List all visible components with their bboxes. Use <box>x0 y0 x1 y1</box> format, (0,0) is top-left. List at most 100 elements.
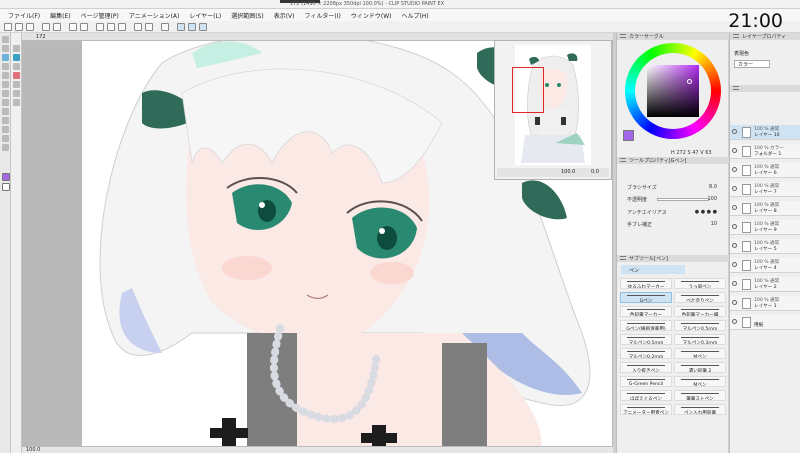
layer-row[interactable]: 100 % 通常 レイヤー 9 <box>730 220 800 235</box>
layer-row[interactable]: 100 % 通常 レイヤー 8 <box>730 201 800 216</box>
layer-row[interactable]: 用紙 <box>730 315 800 330</box>
eye-icon[interactable] <box>732 243 737 248</box>
pencil-tool-icon[interactable] <box>2 63 9 70</box>
menu-file[interactable]: ファイル(F) <box>3 11 45 20</box>
move-tool-icon[interactable] <box>2 45 9 52</box>
brush-item[interactable]: ほぼえぐるペン <box>620 390 672 401</box>
subtool-header[interactable]: サブツール[ペン] <box>617 255 729 262</box>
eye-icon[interactable] <box>732 224 737 229</box>
save-icon[interactable] <box>26 23 34 31</box>
decoration-subtool-icon[interactable] <box>13 90 20 97</box>
menu-view[interactable]: 表示(V) <box>269 11 300 20</box>
current-color-swatch[interactable] <box>623 130 634 141</box>
menu-window[interactable]: ウィンドウ(W) <box>346 11 397 20</box>
clear-icon[interactable] <box>69 23 77 31</box>
open-file-icon[interactable] <box>15 23 23 31</box>
eye-icon[interactable] <box>732 148 737 153</box>
brush-item[interactable]: ペン入れ用鉛筆 <box>674 404 726 415</box>
eye-icon[interactable] <box>732 129 737 134</box>
menu-help[interactable]: ヘルプ(H) <box>396 11 433 20</box>
wand-subtool-icon[interactable] <box>13 81 20 88</box>
eye-icon[interactable] <box>732 186 737 191</box>
menu-filter[interactable]: フィルター(I) <box>300 11 346 20</box>
main-color-swatch[interactable] <box>2 173 10 181</box>
menu-selection[interactable]: 選択範囲(S) <box>226 11 269 20</box>
brush-item[interactable]: 入り抜きペン <box>620 362 672 373</box>
layer-row[interactable]: 100 % 通常 レイヤー 4 <box>730 258 800 273</box>
marker-subtool-icon[interactable] <box>13 54 20 61</box>
text-tool-icon[interactable] <box>2 135 9 142</box>
eye-icon[interactable] <box>732 319 737 324</box>
snap-grid-icon[interactable] <box>199 23 207 31</box>
eye-icon[interactable] <box>732 205 737 210</box>
expression-select[interactable]: カラー <box>734 60 770 68</box>
navigator-angle[interactable]: 0.0 <box>591 169 599 175</box>
grid-icon[interactable] <box>145 23 153 31</box>
zoom-tool-icon[interactable] <box>2 36 9 43</box>
layer-row[interactable]: 100 % 通常 レイヤー 1 <box>730 296 800 311</box>
layer-row[interactable]: 100 % 通常 レイヤー 2 <box>730 277 800 292</box>
brush-item[interactable]: うっ吸ペン <box>674 278 726 289</box>
layer-row[interactable]: 100 % 通常 レイヤー 10 <box>730 125 800 140</box>
lasso-subtool-icon[interactable] <box>13 63 20 70</box>
subtool-group-tab[interactable]: ペン <box>621 265 685 274</box>
navigator-view-frame[interactable] <box>512 67 544 113</box>
ruler-subtool-icon[interactable] <box>13 99 20 106</box>
brush-item[interactable]: べた塗りペン <box>674 292 726 303</box>
color-picker-marker[interactable] <box>687 79 692 84</box>
opacity-slider[interactable] <box>657 198 709 201</box>
sub-color-swatch[interactable] <box>2 183 10 191</box>
menu-layer[interactable]: レイヤー(L) <box>184 11 226 20</box>
blend-tool-icon[interactable] <box>2 99 9 106</box>
layer-row[interactable]: 100 % 通常 レイヤー 6 <box>730 163 800 178</box>
redo-icon[interactable] <box>53 23 61 31</box>
layer-list-header[interactable] <box>730 85 800 92</box>
brush-item[interactable]: ゆるふわマーカー <box>620 278 672 289</box>
brush-item[interactable]: Gペン(線画清書用) <box>620 320 672 331</box>
eye-icon[interactable] <box>732 281 737 286</box>
pen-subtool-icon[interactable] <box>13 45 20 52</box>
invert-selection-icon[interactable] <box>107 23 115 31</box>
figure-tool-icon[interactable] <box>2 126 9 133</box>
eraser-tool-icon[interactable] <box>2 90 9 97</box>
brush-item[interactable]: Mペン <box>674 376 726 387</box>
stabilization-row[interactable]: 手ブレ補正 10 <box>623 220 723 228</box>
snap-ruler-icon[interactable] <box>177 23 185 31</box>
brush-item[interactable]: マルペン0.2mm <box>620 348 672 359</box>
snap-icon[interactable] <box>161 23 169 31</box>
eyedropper-tool-icon[interactable] <box>2 144 9 151</box>
airbrush-tool-icon[interactable] <box>2 81 9 88</box>
brush-item[interactable]: G-Green Pencil <box>620 376 672 387</box>
eye-icon[interactable] <box>732 262 737 267</box>
brush-item[interactable]: Mペン <box>674 348 726 359</box>
antialias-row[interactable]: アンチエイリアス ● ● ● ● <box>623 208 723 216</box>
ruler-icon[interactable] <box>134 23 142 31</box>
snap-special-ruler-icon[interactable] <box>188 23 196 31</box>
new-file-icon[interactable] <box>4 23 12 31</box>
brush-size-value[interactable]: 8.0 <box>709 184 717 190</box>
eye-icon[interactable] <box>732 300 737 305</box>
gradient-tool-icon[interactable] <box>2 117 9 124</box>
stabilization-value[interactable]: 10 <box>711 221 717 227</box>
menu-animation[interactable]: アニメーション(A) <box>124 11 185 20</box>
show-selection-icon[interactable] <box>118 23 126 31</box>
layer-row[interactable]: 100 % 通常 レイヤー 5 <box>730 239 800 254</box>
selection-subtool-icon[interactable] <box>13 72 20 79</box>
layer-row[interactable]: 100 % カラー フォルダー 1 <box>730 144 800 159</box>
opacity-value[interactable]: 100 <box>707 196 717 202</box>
opacity-row[interactable]: 不透明度 100 <box>623 195 723 203</box>
layer-property-header[interactable]: レイヤープロパティ <box>730 33 800 40</box>
brush-item[interactable]: 色鉛筆マーカー細 <box>674 306 726 317</box>
fill-tool-icon[interactable] <box>2 108 9 115</box>
pen-tool-icon[interactable] <box>2 54 9 61</box>
brush-item[interactable]: 色鉛筆マーカー <box>620 306 672 317</box>
brush-item[interactable]: Gペン <box>620 292 672 303</box>
navigator-zoom[interactable]: 100.0 <box>561 169 575 175</box>
brush-item[interactable]: 筆筆ストペン <box>674 390 726 401</box>
layer-row[interactable]: 100 % 通常 レイヤー 7 <box>730 182 800 197</box>
undo-icon[interactable] <box>42 23 50 31</box>
color-panel-header[interactable]: カラーサークル <box>617 33 729 40</box>
brush-item[interactable]: マルペン0.5mm <box>674 320 726 331</box>
transform-icon[interactable] <box>80 23 88 31</box>
tool-property-header[interactable]: ツールプロパティ[Gペン] <box>617 157 729 164</box>
